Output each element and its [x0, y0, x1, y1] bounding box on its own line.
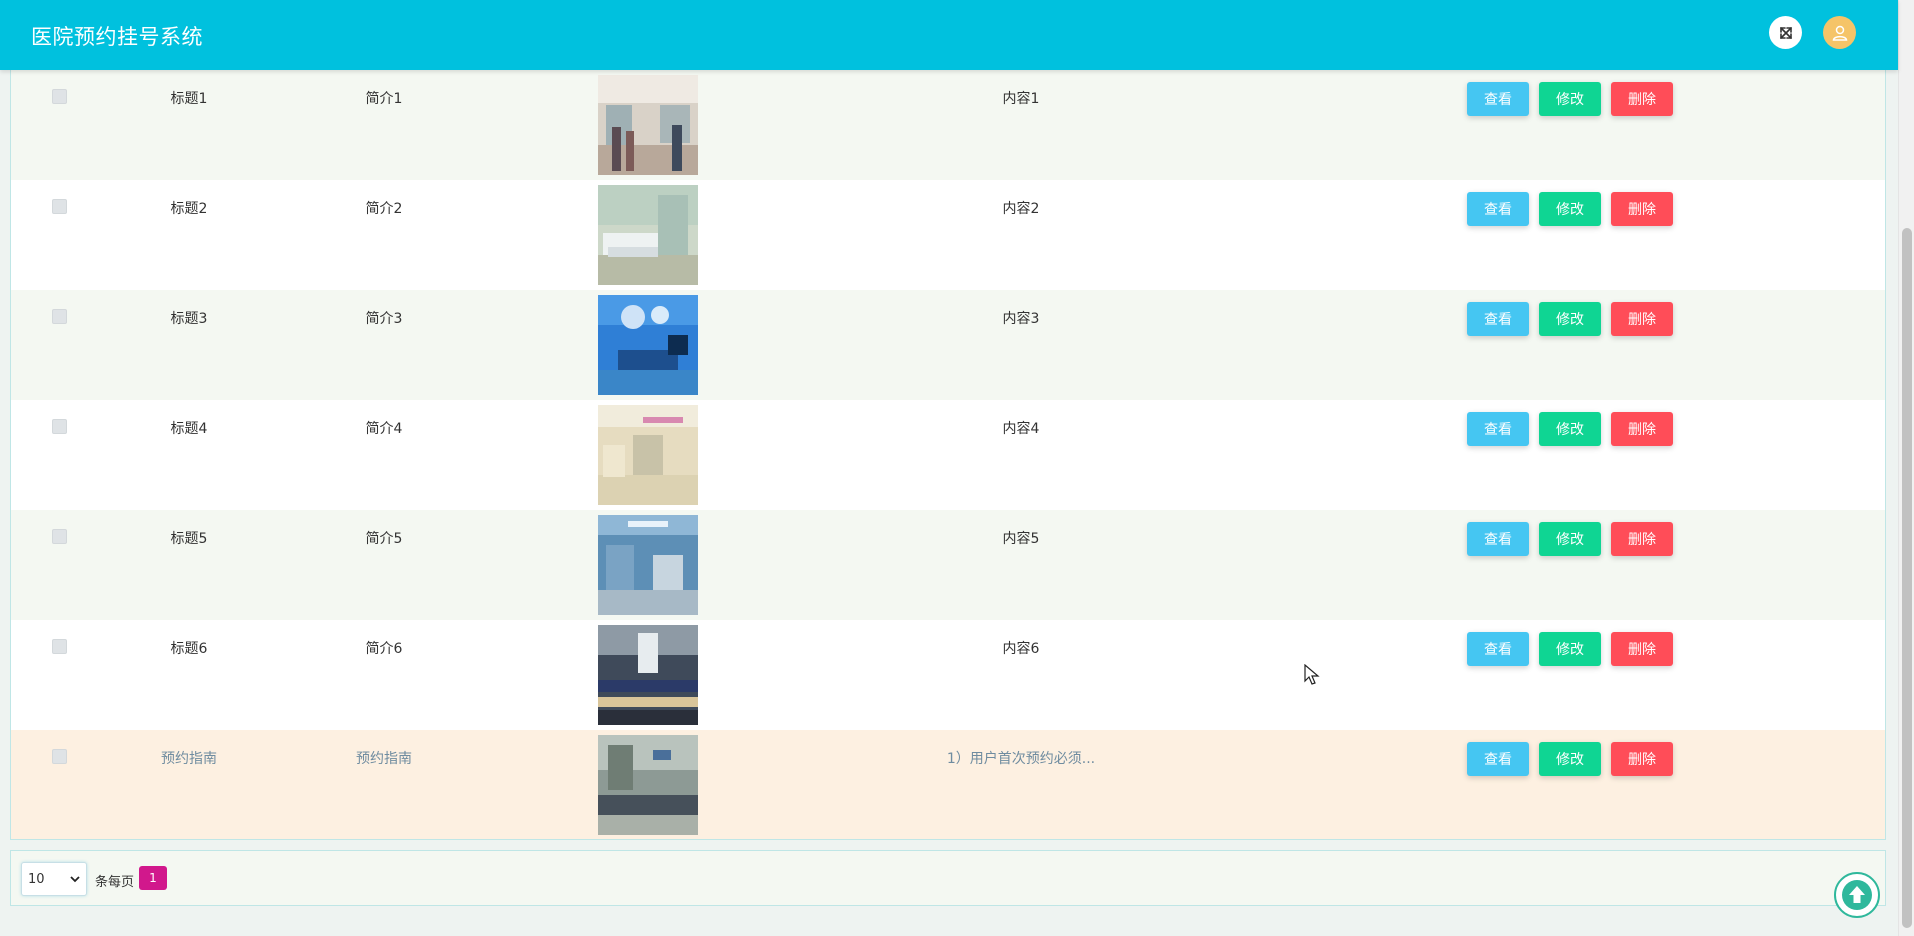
row-content: 内容6: [1002, 641, 1040, 657]
row-content: 内容1: [1002, 91, 1040, 107]
edit-button[interactable]: 修改: [1539, 82, 1601, 116]
row-intro: 简介1: [365, 91, 403, 107]
row-intro: 简介3: [365, 311, 403, 327]
row-intro: 简介5: [365, 531, 403, 547]
scrollbar-thumb[interactable]: [1902, 228, 1912, 928]
delete-button[interactable]: 删除: [1611, 412, 1673, 446]
page-size-value: 10: [28, 871, 45, 887]
delete-button[interactable]: 删除: [1611, 742, 1673, 776]
delete-button[interactable]: 删除: [1611, 192, 1673, 226]
row-checkbox[interactable]: [52, 199, 67, 214]
page-number-button[interactable]: 1: [139, 866, 167, 890]
row-checkbox[interactable]: [52, 749, 67, 764]
waiting-hall-photo: [598, 625, 698, 725]
view-button[interactable]: 查看: [1467, 632, 1529, 666]
edit-button[interactable]: 修改: [1539, 742, 1601, 776]
hospital-lobby-photo: [598, 75, 698, 175]
fullscreen-button[interactable]: [1769, 16, 1802, 49]
row-image: [598, 75, 698, 175]
app-title: 医院预约挂号系统: [31, 25, 203, 49]
row-content: 1）用户首次预约必须...: [946, 751, 1096, 767]
treatment-room-photo: [598, 515, 698, 615]
view-button[interactable]: 查看: [1467, 412, 1529, 446]
arrow-up-circle-icon: [1842, 880, 1872, 910]
table-row: 标题2 简介2 内容2 查看 修改 删除: [11, 180, 1885, 290]
row-image: [598, 735, 698, 835]
edit-button[interactable]: 修改: [1539, 632, 1601, 666]
view-button[interactable]: 查看: [1467, 522, 1529, 556]
delete-button[interactable]: 删除: [1611, 302, 1673, 336]
edit-button[interactable]: 修改: [1539, 302, 1601, 336]
row-title: 标题6: [170, 641, 208, 657]
row-checkbox[interactable]: [52, 529, 67, 544]
data-table: 标题1 简介1 内容1 查看 修改 删除 标题2 简介2 内容2 查看 修改 删…: [10, 70, 1886, 840]
row-intro: 简介4: [365, 421, 403, 437]
row-checkbox[interactable]: [52, 89, 67, 104]
table-row: 标题1 简介1 内容1 查看 修改 删除: [11, 70, 1885, 180]
edit-button[interactable]: 修改: [1539, 192, 1601, 226]
view-button[interactable]: 查看: [1467, 742, 1529, 776]
row-checkbox[interactable]: [52, 419, 67, 434]
user-avatar-button[interactable]: [1823, 16, 1856, 49]
row-title: 预约指南: [161, 751, 217, 767]
row-intro: 预约指南: [356, 751, 412, 767]
table-row: 标题5 简介5 内容5 查看 修改 删除: [11, 510, 1885, 620]
operating-room-photo: [598, 295, 698, 395]
row-image: [598, 295, 698, 395]
row-image: [598, 515, 698, 615]
row-title: 标题4: [170, 421, 208, 437]
row-title: 标题3: [170, 311, 208, 327]
row-image: [598, 405, 698, 505]
edit-button[interactable]: 修改: [1539, 412, 1601, 446]
view-button[interactable]: 查看: [1467, 82, 1529, 116]
view-button[interactable]: 查看: [1467, 302, 1529, 336]
view-button[interactable]: 查看: [1467, 192, 1529, 226]
delete-button[interactable]: 删除: [1611, 632, 1673, 666]
top-header: 医院预约挂号系统: [0, 0, 1898, 70]
row-content: 内容3: [1002, 311, 1040, 327]
row-image: [598, 625, 698, 725]
waiting-area-photo: [598, 735, 698, 835]
back-to-top-button[interactable]: [1834, 872, 1880, 918]
row-content: 内容2: [1002, 201, 1040, 217]
table-row: 标题3 简介3 内容3 查看 修改 删除: [11, 290, 1885, 400]
row-title: 标题5: [170, 531, 208, 547]
table-row: 标题6 简介6 内容6 查看 修改 删除: [11, 620, 1885, 730]
row-content: 内容5: [1002, 531, 1040, 547]
row-title: 标题2: [170, 201, 208, 217]
table-row: 标题4 简介4 内容4 查看 修改 删除: [11, 400, 1885, 510]
mouse-cursor-icon: [1304, 664, 1320, 685]
row-title: 标题1: [170, 91, 208, 107]
per-page-label: 条每页: [95, 875, 135, 890]
delete-button[interactable]: 删除: [1611, 522, 1673, 556]
row-intro: 简介6: [365, 641, 403, 657]
row-checkbox[interactable]: [52, 309, 67, 324]
pagination-bar: 10 条每页 1: [10, 850, 1886, 906]
row-content: 内容4: [1002, 421, 1040, 437]
user-icon: [1832, 25, 1847, 41]
hospital-ward-photo: [598, 185, 698, 285]
row-checkbox[interactable]: [52, 639, 67, 654]
page-size-select[interactable]: 10: [21, 862, 87, 896]
hospital-corridor-photo: [598, 405, 698, 505]
edit-button[interactable]: 修改: [1539, 522, 1601, 556]
expand-arrows-icon: [1779, 26, 1792, 39]
table-row: 预约指南 预约指南 1）用户首次预约必须... 查看 修改 删除: [11, 730, 1885, 839]
row-image: [598, 185, 698, 285]
chevron-down-icon: [70, 876, 80, 883]
delete-button[interactable]: 删除: [1611, 82, 1673, 116]
row-intro: 简介2: [365, 201, 403, 217]
